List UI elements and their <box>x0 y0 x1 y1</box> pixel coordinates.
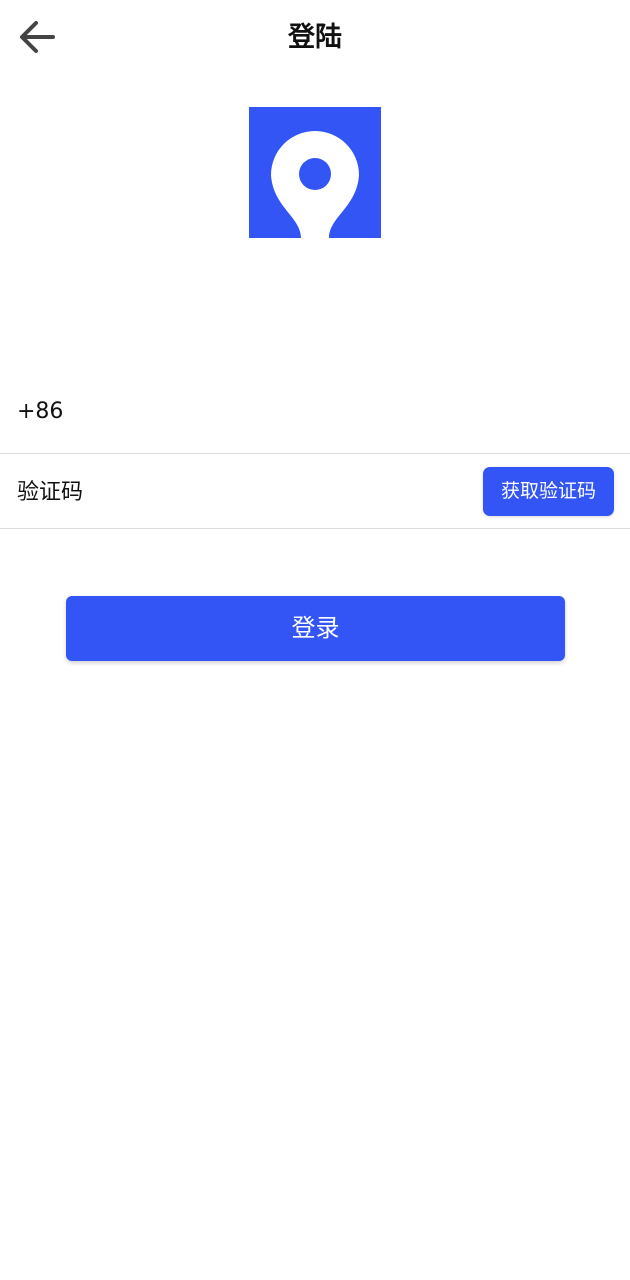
login-button[interactable]: 登录 <box>66 596 565 661</box>
country-code-label: +86 <box>17 399 64 424</box>
get-code-button[interactable]: 获取验证码 <box>483 467 614 516</box>
page-title: 登陆 <box>288 22 342 53</box>
phone-input[interactable] <box>80 392 600 432</box>
header-bar: 登陆 <box>0 0 630 76</box>
verification-code-input[interactable] <box>17 472 457 512</box>
location-pin-icon <box>249 107 381 238</box>
verification-code-row: 获取验证码 <box>0 454 630 529</box>
phone-row: +86 <box>0 376 630 454</box>
